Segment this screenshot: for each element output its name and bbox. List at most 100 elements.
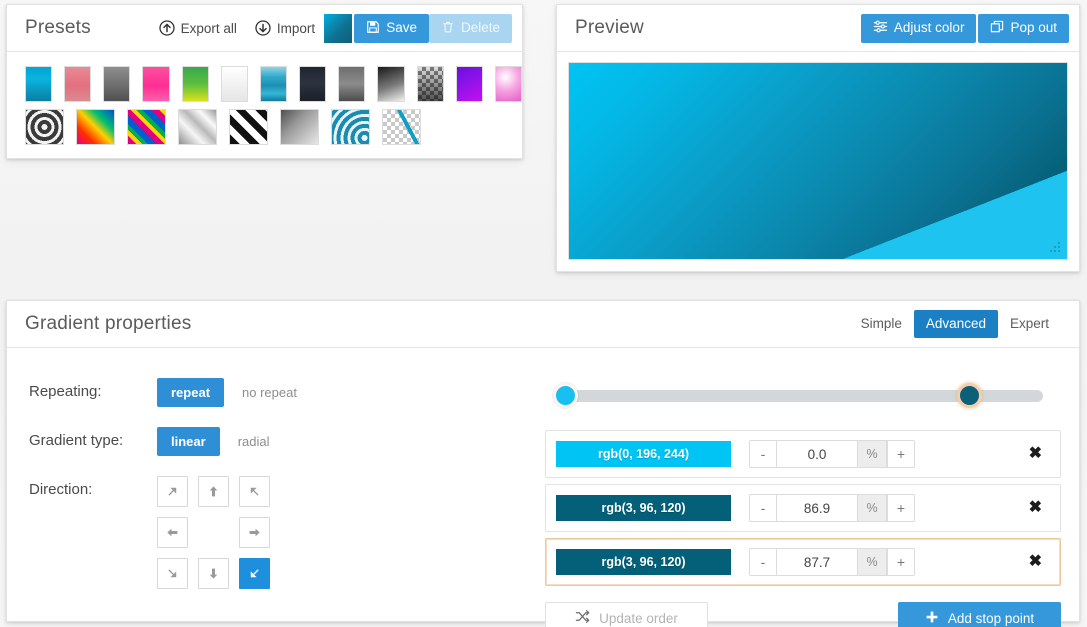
add-stop-point-label: Add stop point (947, 610, 1035, 626)
direction-down-button[interactable] (198, 558, 229, 589)
direction-down-right-button[interactable] (239, 558, 270, 589)
presets-body (7, 52, 523, 145)
preset-radial-teal[interactable] (331, 109, 370, 145)
preset-grey-diagonal[interactable] (280, 109, 319, 145)
preset-salmon-pink[interactable] (64, 66, 92, 102)
grip-dot (1054, 246, 1056, 248)
direction-up-button[interactable] (198, 476, 229, 507)
direction-up-right-button[interactable] (239, 476, 270, 507)
direction-down-left-button[interactable] (157, 558, 188, 589)
stop-position-spinner: -0.0% + (749, 440, 915, 468)
add-stop-point-button[interactable]: Add stop point (898, 602, 1061, 627)
stop-position-decrement[interactable]: - (750, 549, 777, 575)
preview-body (557, 52, 1079, 272)
preset-magenta[interactable] (142, 66, 170, 102)
preset-navy-dark[interactable] (299, 66, 327, 102)
update-order-label: Update order (599, 610, 678, 626)
preset-white-grey[interactable] (220, 66, 248, 102)
app-root: Presets Export all Import Save Delete Pr… (0, 0, 1087, 627)
adjust-color-label: Adjust color (893, 20, 965, 36)
gradient-type-toggle-group: linear radial (157, 427, 283, 456)
preset-radial-rings[interactable] (25, 109, 64, 145)
preset-rainbow-stripes[interactable] (127, 109, 166, 145)
plus-icon (925, 610, 939, 627)
preset-grey-dark[interactable] (103, 66, 131, 102)
preset-violet[interactable] (455, 66, 483, 102)
stop-position-increment[interactable]: + (887, 495, 914, 521)
trash-delete-icon (441, 20, 455, 37)
repeating-toggle-group: repeat no repeat (157, 378, 311, 407)
stop-handle-2[interactable] (957, 383, 983, 408)
stop-position-unit: % (857, 549, 887, 575)
import-down-icon (255, 20, 271, 36)
preset-rainbow-diagonal[interactable] (76, 109, 115, 145)
stop-color-chip[interactable]: rgb(0, 196, 244) (556, 441, 731, 467)
gradient-type-radial-option[interactable]: radial (224, 427, 284, 456)
stop-remove-button[interactable]: ✖ (1029, 554, 1050, 570)
update-order-button[interactable]: Update order (545, 602, 708, 627)
stop-position-decrement[interactable]: - (750, 441, 777, 467)
gradient-stops-column: rgb(0, 196, 244) -0.0% + ✖ rgb(3, 96, 120) -8… (545, 378, 1079, 627)
repeating-no-repeat-option[interactable]: no repeat (228, 378, 311, 407)
direction-field: Direction: (29, 476, 545, 589)
preset-grey-mid[interactable] (338, 66, 366, 102)
current-gradient-swatch[interactable] (324, 13, 353, 43)
preset-row-1 (25, 66, 523, 102)
stop-color-chip[interactable]: rgb(3, 96, 120) (556, 549, 731, 575)
stop-handle-1[interactable] (553, 383, 578, 408)
gradient-type-label: Gradient type: (29, 432, 124, 449)
export-all-button[interactable]: Export all (150, 15, 246, 41)
preset-transparent-line[interactable] (382, 109, 421, 145)
save-label: Save (386, 20, 417, 36)
preset-cyan-blue[interactable] (25, 66, 53, 102)
stop-position-value[interactable]: 86.9 (777, 495, 857, 521)
preset-stripes-bw[interactable] (229, 109, 268, 145)
grip-dot (1058, 242, 1060, 244)
import-button[interactable]: Import (246, 15, 324, 41)
stop-remove-button[interactable]: ✖ (1029, 500, 1050, 516)
preset-pink-white[interactable] (494, 66, 523, 102)
repeating-field: Repeating: repeat no repeat (29, 378, 545, 407)
preset-silver-diagonal[interactable] (178, 109, 217, 145)
stop-position-increment[interactable]: + (887, 441, 914, 467)
stop-position-increment[interactable]: + (887, 549, 914, 575)
stop-position-value[interactable]: 87.7 (777, 549, 857, 575)
gradient-stop-slider[interactable] (553, 380, 1043, 410)
save-button[interactable]: Save (354, 13, 429, 43)
grip-dot (1058, 246, 1060, 248)
preset-checker-dark[interactable] (416, 66, 444, 102)
stop-color-label: rgb(3, 96, 120) (601, 501, 686, 515)
repeating-repeat-option[interactable]: repeat (157, 378, 225, 407)
stop-row[interactable]: rgb(3, 96, 120) -87.7% + ✖ (545, 538, 1061, 586)
shuffle-icon (575, 609, 590, 627)
mode-tab-simple[interactable]: Simple (849, 310, 914, 338)
export-up-icon (158, 20, 175, 36)
mode-tabs: Simple Advanced Expert (849, 310, 1061, 338)
stop-position-value[interactable]: 0.0 (777, 441, 857, 467)
direction-right-button[interactable] (239, 517, 270, 548)
stop-row[interactable]: rgb(3, 96, 120) -86.9% + ✖ (545, 484, 1061, 532)
pop-out-button[interactable]: Pop out (978, 13, 1069, 43)
stop-position-unit: % (857, 495, 887, 521)
mode-tab-advanced[interactable]: Advanced (913, 310, 998, 338)
stop-position-decrement[interactable]: - (750, 495, 777, 521)
stop-row[interactable]: rgb(0, 196, 244) -0.0% + ✖ (545, 430, 1061, 478)
stop-color-chip[interactable]: rgb(3, 96, 120) (556, 495, 731, 521)
stop-remove-button[interactable]: ✖ (1029, 446, 1050, 462)
resize-grip-icon[interactable] (1050, 242, 1063, 255)
direction-up-left-button[interactable] (157, 476, 188, 507)
gradient-type-linear-option[interactable]: linear (157, 427, 220, 456)
direction-left-button[interactable] (157, 517, 188, 548)
delete-button[interactable]: Delete (428, 13, 512, 43)
preset-sky-teal-stripes[interactable] (259, 66, 288, 102)
gradient-actions-footer: Update order Add stop point (545, 602, 1061, 627)
mode-tab-expert[interactable]: Expert (998, 310, 1061, 338)
adjust-color-button[interactable]: Adjust color (860, 13, 977, 43)
preset-black-white-diag[interactable] (377, 66, 405, 102)
preset-green-lime[interactable] (181, 66, 209, 102)
stop-color-label: rgb(0, 196, 244) (597, 447, 689, 461)
gradient-properties-header: Gradient properties Simple Advanced Expert (7, 301, 1079, 348)
gradient-preview-canvas[interactable] (568, 62, 1068, 260)
grip-dot (1054, 250, 1056, 252)
stop-position-spinner: -86.9% + (749, 494, 915, 522)
